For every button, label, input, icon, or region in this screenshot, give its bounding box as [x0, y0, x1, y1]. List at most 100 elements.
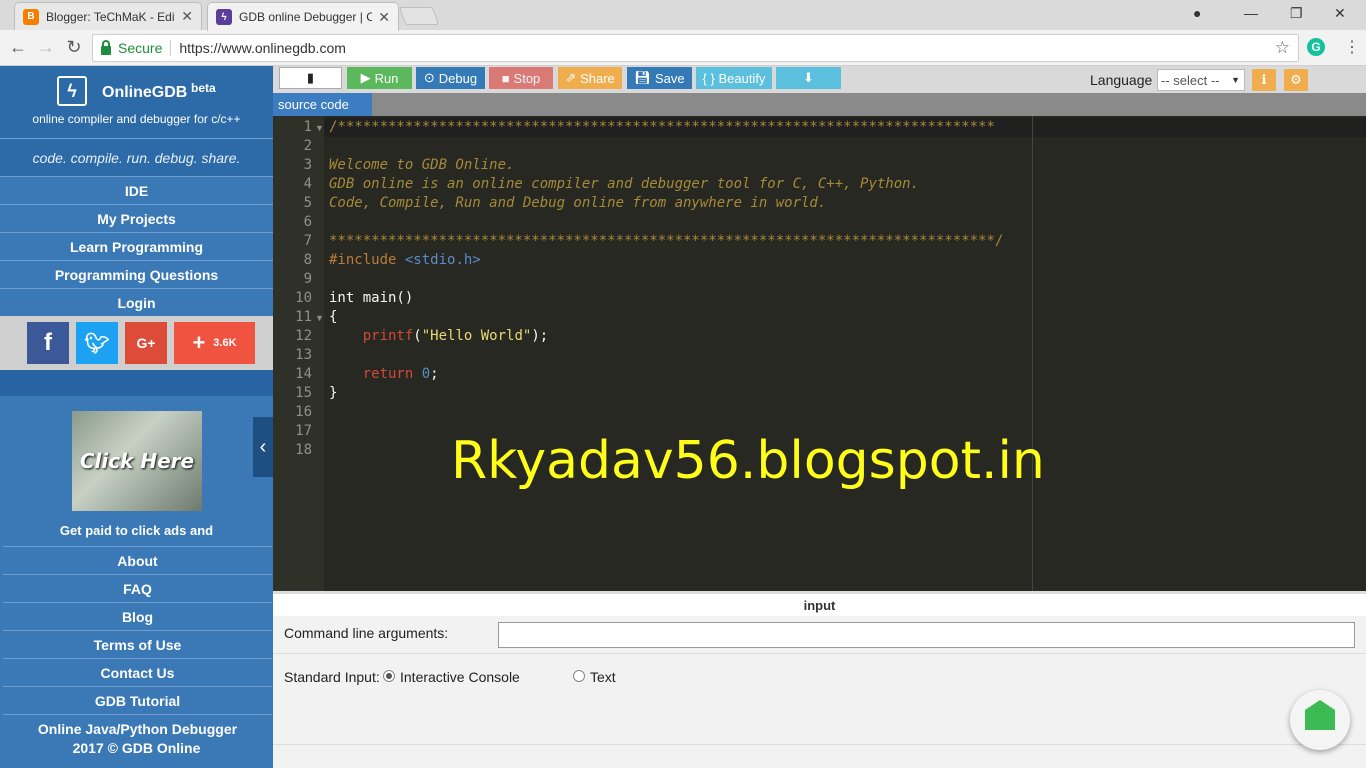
- divider: [170, 40, 172, 56]
- google-plus-icon[interactable]: G+: [125, 322, 167, 364]
- line-number: 12: [295, 328, 312, 344]
- share-label: Share: [580, 70, 615, 86]
- stop-button[interactable]: ■ Stop: [489, 67, 553, 89]
- code-line: return 0;: [329, 365, 439, 384]
- sidebar-item-blog[interactable]: Blog: [3, 602, 272, 630]
- share-count: 3.6K: [213, 337, 237, 349]
- sidebar-item-java-python-debugger[interactable]: Online Java/Python Debugger: [3, 714, 272, 742]
- new-tab-button[interactable]: [398, 7, 440, 25]
- fold-arrow-icon[interactable]: ▼: [315, 123, 324, 133]
- download-button[interactable]: ⬇: [776, 67, 841, 89]
- close-icon[interactable]: ✕: [378, 9, 390, 26]
- include-keyword: #include: [329, 252, 397, 268]
- save-button[interactable]: 💾︎ Save: [627, 67, 692, 89]
- plus-icon: +: [192, 330, 206, 355]
- tab-title: GDB online Debugger | C: [239, 10, 373, 24]
- bookmark-star-icon[interactable]: ☆: [1275, 38, 1290, 58]
- line-number-gutter: 1 ▼ 2 3 4 5 6 7 8 9 10 11 ▼ 12 13 14 15 …: [273, 116, 324, 591]
- ad-caption[interactable]: Get paid to click ads and: [0, 523, 273, 538]
- sidebar-item-ide[interactable]: IDE: [0, 176, 273, 204]
- sidebar-item-my-projects[interactable]: My Projects: [0, 204, 273, 232]
- tagline: code. compile. run. debug. share.: [0, 138, 273, 176]
- radio-interactive-console[interactable]: [383, 670, 395, 682]
- info-icon[interactable]: ℹ: [1252, 69, 1276, 91]
- cmd-args-input[interactable]: [498, 622, 1355, 648]
- back-icon[interactable]: ←: [7, 37, 29, 58]
- code-area[interactable]: /***************************************…: [324, 116, 1366, 591]
- tab-source-code[interactable]: source code: [273, 93, 372, 116]
- sidebar-item-learn-programming[interactable]: Learn Programming: [0, 232, 273, 260]
- share-button[interactable]: ⇗ Share: [558, 67, 622, 89]
- run-button[interactable]: ▶ Run: [347, 67, 412, 89]
- code-line: {: [329, 309, 338, 325]
- blogger-icon: B: [23, 8, 39, 25]
- collapse-sidebar-chevron-icon[interactable]: ‹: [253, 417, 273, 477]
- sidebar-item-about[interactable]: About: [3, 546, 272, 574]
- minimize-icon[interactable]: —: [1244, 5, 1258, 21]
- profile-icon[interactable]: ●: [1193, 5, 1201, 21]
- semicolon: ;: [430, 366, 439, 382]
- new-file-button[interactable]: ▮: [279, 67, 342, 89]
- function-name: printf: [362, 328, 414, 344]
- number-literal: 0: [421, 366, 431, 382]
- language-select[interactable]: -- select -- ▼: [1157, 69, 1245, 91]
- bolt-logo-icon: ϟ: [57, 76, 87, 106]
- line-number: 10: [295, 290, 312, 306]
- sidebar-item-contact[interactable]: Contact Us: [3, 658, 272, 686]
- browser-tab-blogger[interactable]: B Blogger: TeChMaK - Edit ✕: [14, 2, 202, 30]
- save-label: Save: [654, 70, 685, 86]
- code-line: Code, Compile, Run and Debug online from…: [329, 195, 827, 211]
- line-number: 17: [295, 423, 312, 439]
- line-number: 1: [303, 119, 312, 135]
- code-editor[interactable]: 1 ▼ 2 3 4 5 6 7 8 9 10 11 ▼ 12 13 14 15 …: [273, 116, 1366, 591]
- grammarly-icon[interactable]: G: [1307, 38, 1325, 56]
- browser-tab-gdb[interactable]: ϟ GDB online Debugger | C ✕: [207, 2, 399, 31]
- floating-mail-button[interactable]: [1290, 690, 1350, 750]
- url-field[interactable]: Secure https://www.onlinegdb.com ☆: [92, 34, 1299, 62]
- address-bar: ← → ↻ Secure https://www.onlinegdb.com ☆…: [0, 30, 1366, 66]
- code-line: ****************************************…: [329, 233, 1004, 249]
- share-icon: ⇗: [565, 70, 577, 85]
- fold-arrow-icon[interactable]: ▼: [315, 313, 324, 323]
- sidebar: ϟ OnlineGDB beta online compiler and deb…: [0, 66, 273, 768]
- twitter-icon[interactable]: 🐦︎: [76, 322, 118, 364]
- gear-icon[interactable]: ⚙: [1284, 69, 1308, 91]
- restore-icon[interactable]: ❐: [1290, 5, 1303, 22]
- sidebar-bottom-nav: About FAQ Blog Terms of Use Contact Us G…: [3, 546, 272, 742]
- ad-banner[interactable]: Click Here: [72, 411, 202, 511]
- file-icon: ▮: [306, 70, 315, 85]
- sidebar-item-programming-questions[interactable]: Programming Questions: [0, 260, 273, 288]
- cmd-args-label: Command line arguments:: [284, 625, 449, 641]
- line-number: 5: [303, 195, 312, 211]
- window-close-icon[interactable]: ✕: [1334, 5, 1346, 22]
- sidebar-item-terms[interactable]: Terms of Use: [3, 630, 272, 658]
- debug-button[interactable]: ⊙ Debug: [416, 67, 485, 89]
- facebook-icon[interactable]: f: [27, 322, 69, 364]
- brand-subtitle: online compiler and debugger for c/c++: [32, 112, 241, 126]
- menu-icon[interactable]: ⋮: [1344, 37, 1360, 57]
- line-number: 2: [303, 138, 312, 154]
- stop-label: Stop: [513, 70, 541, 86]
- code-line: int main(): [329, 290, 414, 306]
- tab-title: Blogger: TeChMaK - Edit: [46, 9, 176, 24]
- radio-text[interactable]: [573, 670, 585, 682]
- code-line: Welcome to GDB Online.: [329, 157, 515, 173]
- brand-name[interactable]: OnlineGDB: [102, 84, 187, 102]
- beta-badge: beta: [191, 81, 216, 95]
- play-icon: ▶: [360, 70, 371, 85]
- share-count-button[interactable]: + 3.6K: [174, 322, 255, 364]
- header-name: <stdio.h>: [404, 252, 481, 268]
- sidebar-item-faq[interactable]: FAQ: [3, 574, 272, 602]
- sidebar-item-login[interactable]: Login: [0, 288, 273, 316]
- paren-close: );: [531, 328, 549, 344]
- sidebar-item-gdb-tutorial[interactable]: GDB Tutorial: [3, 686, 272, 714]
- reload-icon[interactable]: ↻: [63, 37, 85, 58]
- debug-label: Debug: [438, 70, 478, 86]
- line-number: 13: [295, 347, 312, 363]
- beautify-button[interactable]: { } Beautify: [696, 67, 772, 89]
- forward-icon[interactable]: →: [35, 37, 57, 58]
- close-icon[interactable]: ✕: [181, 8, 193, 25]
- bolt-icon: ϟ: [216, 9, 232, 25]
- code-line: }: [329, 385, 338, 401]
- input-panel-header: input: [273, 591, 1366, 616]
